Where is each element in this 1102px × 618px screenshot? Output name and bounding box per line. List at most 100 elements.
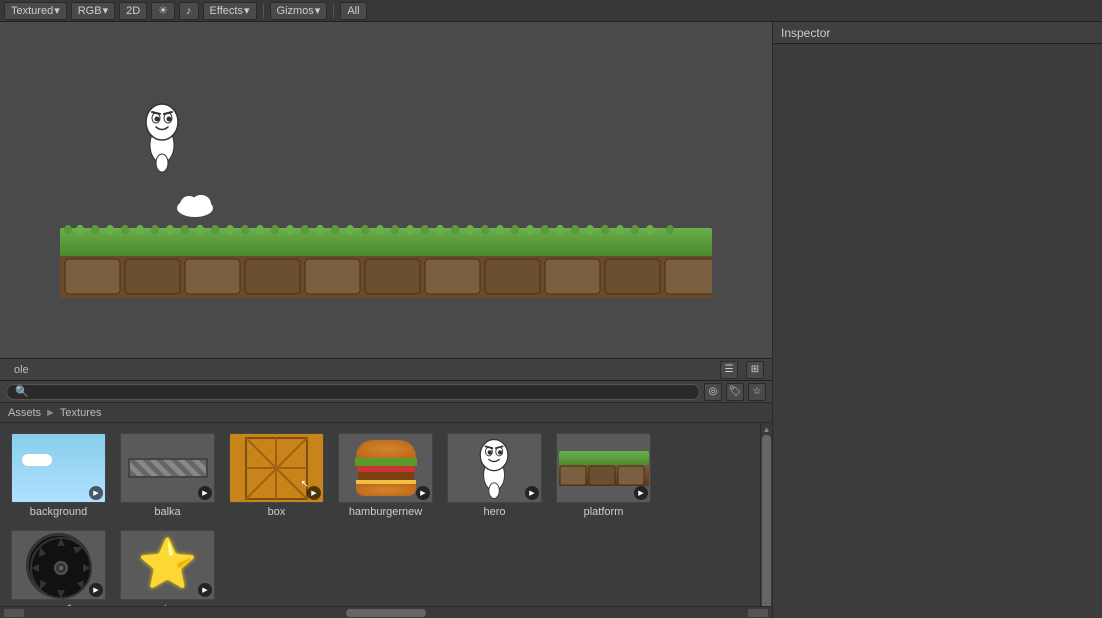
burger-bun-bottom bbox=[356, 484, 416, 496]
scrollbar-thumb[interactable] bbox=[762, 435, 771, 606]
balka-preview bbox=[128, 458, 208, 478]
saw-preview bbox=[26, 533, 91, 598]
asset-thumb-background: ▶ bbox=[11, 433, 106, 503]
mode-2d-button[interactable]: 2D bbox=[119, 2, 147, 20]
rgb-label: RGB bbox=[78, 5, 102, 17]
gizmos-arrow: ▾ bbox=[315, 4, 321, 17]
search-placeholder-label: All bbox=[347, 5, 359, 17]
asset-thumb-hamburgernew: ▶ bbox=[338, 433, 433, 503]
asset-item-balka[interactable]: ▶ balka bbox=[115, 429, 220, 522]
asset-item-saw1[interactable]: ▶ saw 1 bbox=[6, 526, 111, 606]
plat-dirt-preview bbox=[559, 465, 649, 486]
textured-label: Textured bbox=[11, 5, 53, 17]
asset-label-hamburgernew: hamburgernew bbox=[349, 506, 422, 518]
breadcrumb-textures[interactable]: Textures bbox=[60, 407, 102, 419]
asset-play-background[interactable]: ▶ bbox=[89, 486, 103, 500]
asset-label-background: background bbox=[30, 506, 88, 518]
asset-play-hamburgernew[interactable]: ▶ bbox=[416, 486, 430, 500]
asset-item-box[interactable]: ↖ ▶ box bbox=[224, 429, 329, 522]
bg-cloud-preview bbox=[22, 454, 52, 466]
asset-play-star[interactable]: ▶ bbox=[198, 583, 212, 597]
inspector-header: Inspector bbox=[773, 22, 1102, 44]
burger-lettuce bbox=[355, 458, 417, 466]
asset-thumb-star: ⭐ ▶ bbox=[120, 530, 215, 600]
rgb-dropdown[interactable]: RGB ▾ bbox=[71, 2, 115, 20]
hero-svg bbox=[140, 100, 185, 175]
asset-label-balka: balka bbox=[154, 506, 180, 518]
asset-play-hero[interactable]: ▶ bbox=[525, 486, 539, 500]
hero-scene-object bbox=[140, 100, 185, 178]
platform-grass bbox=[60, 228, 712, 256]
box-preview-svg bbox=[244, 436, 309, 501]
mode-2d-label: 2D bbox=[126, 5, 140, 17]
burger-patty bbox=[358, 472, 414, 480]
asset-item-star[interactable]: ⭐ ▶ star bbox=[115, 526, 220, 606]
effects-dropdown[interactable]: Effects ▾ bbox=[203, 2, 257, 20]
asset-item-platform[interactable]: ▶ platform bbox=[551, 429, 656, 522]
asset-eyedropper-btn[interactable]: ◎ bbox=[704, 383, 722, 401]
toolbar-sep2 bbox=[333, 4, 334, 18]
asset-play-platform[interactable]: ▶ bbox=[634, 486, 648, 500]
hscrollbar-left-btn[interactable] bbox=[4, 609, 24, 617]
hero-thumb-svg bbox=[467, 436, 522, 501]
panel-menu-btn[interactable]: ☰ bbox=[720, 361, 738, 379]
asset-label-platform: platform bbox=[584, 506, 624, 518]
panel-lock-btn[interactable]: ⊞ bbox=[746, 361, 764, 379]
breadcrumb-assets[interactable]: Assets bbox=[8, 407, 41, 419]
plat-dirt-svg bbox=[559, 465, 649, 486]
asset-search-input[interactable] bbox=[6, 384, 700, 400]
platform-dirt bbox=[60, 256, 712, 298]
scene-canvas[interactable] bbox=[0, 22, 772, 358]
bottom-panel-tabs: ole ☰ ⊞ bbox=[0, 359, 772, 381]
platform-scene-object bbox=[60, 228, 712, 298]
bottom-panel: ole ☰ ⊞ ◎ 🏷 ☆ Assets ► Textures bbox=[0, 358, 772, 618]
platform-preview bbox=[559, 451, 649, 486]
asset-tag-btn[interactable]: 🏷 bbox=[726, 383, 744, 401]
tab-console-label: ole bbox=[14, 364, 29, 376]
effects-label: Effects bbox=[210, 5, 243, 17]
plat-grass-preview bbox=[559, 451, 649, 465]
asset-play-saw1[interactable]: ▶ bbox=[89, 583, 103, 597]
scene-toolbar: Textured ▾ RGB ▾ 2D ☀ ♪ Effects ▾ Gizmos… bbox=[0, 0, 1102, 22]
breadcrumb-arrow1: ► bbox=[45, 407, 56, 419]
hscrollbar-thumb[interactable] bbox=[346, 609, 426, 617]
gizmos-label: Gizmos bbox=[277, 5, 314, 17]
search-all-btn[interactable]: All bbox=[340, 2, 366, 20]
inspector-title: Inspector bbox=[781, 26, 830, 40]
burger-preview bbox=[351, 438, 421, 498]
asset-play-box[interactable]: ▶ bbox=[307, 486, 321, 500]
asset-item-hamburgernew[interactable]: ▶ hamburgernew bbox=[333, 429, 438, 522]
asset-label-box: box bbox=[268, 506, 286, 518]
cloud-svg bbox=[175, 192, 215, 217]
breadcrumb: Assets ► Textures bbox=[0, 403, 772, 423]
asset-star-btn[interactable]: ☆ bbox=[748, 383, 766, 401]
asset-thumb-saw1: ▶ bbox=[11, 530, 106, 600]
star-preview: ⭐ bbox=[138, 541, 198, 589]
asset-item-background[interactable]: ▶ background bbox=[6, 429, 111, 522]
burger-bun-top bbox=[356, 440, 416, 458]
inspector-panel: Inspector bbox=[772, 22, 1102, 618]
dropdown-arrow2: ▾ bbox=[103, 4, 109, 17]
sun-icon-btn[interactable]: ☀ bbox=[151, 2, 175, 20]
effects-arrow: ▾ bbox=[244, 4, 250, 17]
hscrollbar-right-btn[interactable] bbox=[748, 609, 768, 617]
tab-console[interactable]: ole bbox=[8, 359, 35, 380]
assets-scrollbar[interactable]: ▲ ▼ bbox=[760, 423, 772, 606]
cloud-scene-object bbox=[175, 192, 215, 220]
scene-view-column: ole ☰ ⊞ ◎ 🏷 ☆ Assets ► Textures bbox=[0, 22, 772, 618]
assets-grid: ▶ background ▶ balka bbox=[0, 423, 760, 606]
asset-thumb-balka: ▶ bbox=[120, 433, 215, 503]
textured-dropdown[interactable]: Textured ▾ bbox=[4, 2, 67, 20]
assets-hscrollbar[interactable] bbox=[0, 606, 772, 618]
main-area: ole ☰ ⊞ ◎ 🏷 ☆ Assets ► Textures bbox=[0, 22, 1102, 618]
scrollbar-track bbox=[761, 435, 772, 594]
asset-thumb-box: ↖ ▶ bbox=[229, 433, 324, 503]
audio-icon-btn[interactable]: ♪ bbox=[179, 2, 199, 20]
asset-play-balka[interactable]: ▶ bbox=[198, 486, 212, 500]
toolbar-sep1 bbox=[263, 4, 264, 18]
asset-item-hero[interactable]: ▶ hero bbox=[442, 429, 547, 522]
platform-dirt-svg bbox=[60, 256, 712, 298]
asset-thumb-platform: ▶ bbox=[556, 433, 651, 503]
scrollbar-up[interactable]: ▲ bbox=[761, 423, 773, 435]
gizmos-dropdown[interactable]: Gizmos ▾ bbox=[270, 2, 328, 20]
